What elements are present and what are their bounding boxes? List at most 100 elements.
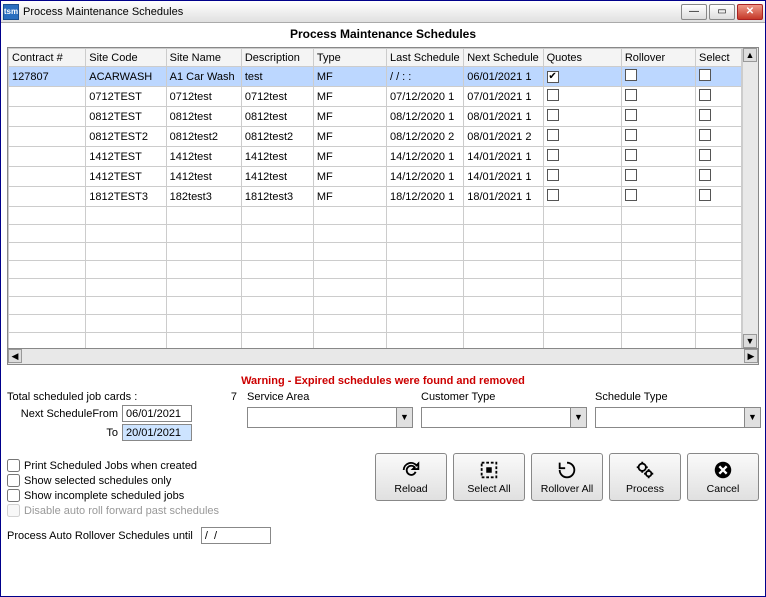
rollover-icon: [556, 459, 578, 481]
scroll-right-icon[interactable]: ▶: [744, 349, 758, 363]
column-header[interactable]: Type: [313, 49, 386, 67]
customer-type-input[interactable]: [422, 408, 570, 427]
checkbox-icon[interactable]: [699, 169, 711, 181]
options-checks: Print Scheduled Jobs when created Show s…: [7, 459, 347, 517]
scroll-up-icon[interactable]: ▲: [743, 48, 757, 62]
total-value: 7: [157, 391, 237, 403]
grid-vscroll[interactable]: ▲ ▼: [742, 48, 758, 348]
from-date-input[interactable]: [122, 405, 192, 422]
total-label: Total scheduled job cards :: [7, 391, 157, 403]
app-window: tsm Process Maintenance Schedules — ▭ ✕ …: [0, 0, 766, 597]
checkbox-icon[interactable]: [547, 89, 559, 101]
table-row[interactable]: [9, 243, 742, 261]
checkbox-icon[interactable]: [547, 129, 559, 141]
column-header[interactable]: Select: [695, 49, 741, 67]
minimize-button[interactable]: —: [681, 4, 707, 20]
table-row[interactable]: [9, 207, 742, 225]
chevron-down-icon[interactable]: ▼: [396, 408, 412, 427]
cancel-icon: [712, 459, 734, 481]
app-icon: tsm: [3, 4, 19, 20]
checkbox-icon[interactable]: [547, 149, 559, 161]
checkbox-icon[interactable]: [699, 189, 711, 201]
grid-table[interactable]: Contract #Site CodeSite NameDescriptionT…: [8, 48, 742, 348]
service-area-select[interactable]: ▼: [247, 407, 413, 428]
checkbox-icon[interactable]: [625, 189, 637, 201]
page-title: Process Maintenance Schedules: [7, 23, 759, 47]
to-label: To: [7, 427, 122, 439]
grid-hscroll[interactable]: ◀ ▶: [7, 349, 759, 365]
customer-type-select[interactable]: ▼: [421, 407, 587, 428]
maximize-button[interactable]: ▭: [709, 4, 735, 20]
print-check[interactable]: Print Scheduled Jobs when created: [7, 459, 347, 472]
column-header[interactable]: Last Schedule: [386, 49, 463, 67]
table-row[interactable]: [9, 315, 742, 333]
reload-button[interactable]: Reload: [375, 453, 447, 501]
checkbox-icon[interactable]: [625, 129, 637, 141]
checkbox-icon[interactable]: [625, 149, 637, 161]
titlebar: tsm Process Maintenance Schedules — ▭ ✕: [1, 1, 765, 23]
column-header[interactable]: Description: [241, 49, 313, 67]
table-row[interactable]: 1812TEST3182test31812test3MF18/12/2020 1…: [9, 187, 742, 207]
checkbox-icon[interactable]: [625, 69, 637, 81]
checkbox-icon[interactable]: [547, 71, 559, 83]
to-date-input[interactable]: [122, 424, 192, 441]
checkbox-icon[interactable]: [699, 89, 711, 101]
table-row[interactable]: [9, 279, 742, 297]
customer-type-label: Customer Type: [421, 391, 587, 403]
rollover-all-button[interactable]: Rollover All: [531, 453, 603, 501]
table-row[interactable]: 1412TEST1412test1412testMF14/12/2020 114…: [9, 147, 742, 167]
column-header[interactable]: Contract #: [9, 49, 86, 67]
column-header[interactable]: Rollover: [621, 49, 695, 67]
column-header[interactable]: Site Name: [166, 49, 241, 67]
form-area: Total scheduled job cards : 7 Next Sched…: [7, 391, 759, 443]
checkbox-icon[interactable]: [699, 129, 711, 141]
chevron-down-icon[interactable]: ▼: [744, 408, 760, 427]
checkbox-icon[interactable]: [547, 169, 559, 181]
checkbox-icon[interactable]: [625, 169, 637, 181]
cancel-button[interactable]: Cancel: [687, 453, 759, 501]
chevron-down-icon[interactable]: ▼: [570, 408, 586, 427]
reload-icon: [400, 459, 422, 481]
table-row[interactable]: 0812TEST20812test20812test2MF08/12/2020 …: [9, 127, 742, 147]
service-area-label: Service Area: [247, 391, 413, 403]
checkbox-icon[interactable]: [547, 189, 559, 201]
checkbox-icon[interactable]: [699, 149, 711, 161]
checkbox-icon[interactable]: [625, 89, 637, 101]
table-row[interactable]: [9, 261, 742, 279]
show-incomplete-check[interactable]: Show incomplete scheduled jobs: [7, 489, 347, 502]
checkbox-icon[interactable]: [547, 109, 559, 121]
show-selected-check[interactable]: Show selected schedules only: [7, 474, 347, 487]
table-row[interactable]: [9, 297, 742, 315]
scroll-down-icon[interactable]: ▼: [743, 334, 757, 348]
select-all-icon: [478, 459, 500, 481]
action-buttons: Reload Select All Rollover All Process: [347, 453, 759, 501]
from-label: Next ScheduleFrom: [7, 408, 122, 420]
column-header[interactable]: Next Schedule: [464, 49, 543, 67]
column-header[interactable]: Quotes: [543, 49, 621, 67]
select-all-button[interactable]: Select All: [453, 453, 525, 501]
column-header[interactable]: Site Code: [86, 49, 166, 67]
table-row[interactable]: 1412TEST1412test1412testMF14/12/2020 114…: [9, 167, 742, 187]
table-row[interactable]: 0712TEST0712test0712testMF07/12/2020 107…: [9, 87, 742, 107]
table-row[interactable]: [9, 333, 742, 349]
disable-auto-check: Disable auto roll forward past schedules: [7, 504, 347, 517]
process-button[interactable]: Process: [609, 453, 681, 501]
table-row[interactable]: [9, 225, 742, 243]
auto-rollover-label: Process Auto Rollover Schedules until: [7, 530, 193, 542]
warning-text: Warning - Expired schedules were found a…: [7, 369, 759, 391]
content: Process Maintenance Schedules Contract #…: [1, 23, 765, 596]
schedule-grid: Contract #Site CodeSite NameDescriptionT…: [7, 47, 759, 349]
checkbox-icon[interactable]: [625, 109, 637, 121]
table-row[interactable]: 0812TEST0812test0812testMF08/12/2020 108…: [9, 107, 742, 127]
table-row[interactable]: 127807ACARWASHA1 Car WashtestMF/ / : :06…: [9, 67, 742, 87]
schedule-type-select[interactable]: ▼: [595, 407, 761, 428]
schedule-type-input[interactable]: [596, 408, 744, 427]
service-area-input[interactable]: [248, 408, 396, 427]
auto-rollover-date-input[interactable]: [201, 527, 271, 544]
window-title: Process Maintenance Schedules: [23, 6, 679, 18]
close-button[interactable]: ✕: [737, 4, 763, 20]
checkbox-icon[interactable]: [699, 109, 711, 121]
checkbox-icon[interactable]: [699, 69, 711, 81]
gear-icon: [634, 459, 656, 481]
scroll-left-icon[interactable]: ◀: [8, 349, 22, 363]
